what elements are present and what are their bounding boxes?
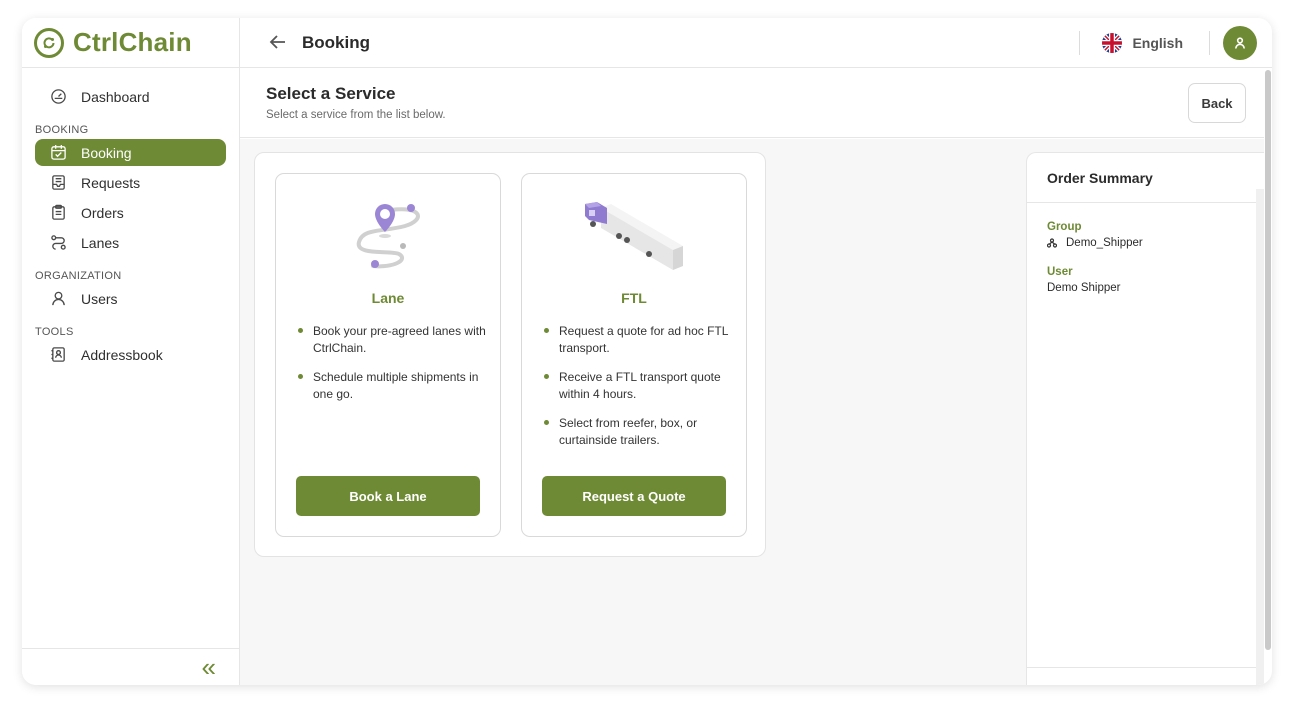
sidebar-item-label: Requests <box>81 174 141 191</box>
language-label: English <box>1132 34 1183 51</box>
sidebar-nav: Dashboard BOOKING Booking Requests Order… <box>22 68 239 368</box>
summary-footer-divider <box>1027 667 1264 668</box>
logo[interactable]: CtrlChain <box>22 18 239 68</box>
page-title: Booking <box>302 32 370 52</box>
list-item: Book your pre-agreed lanes with CtrlChai… <box>297 323 486 357</box>
main-area: Lane Book your pre-agreed lanes with Ctr… <box>240 139 1264 685</box>
sidebar-item-label: Dashboard <box>81 88 150 105</box>
section-booking-title: BOOKING <box>35 124 89 136</box>
route-icon <box>49 234 67 252</box>
brand-name: CtrlChain <box>73 27 192 57</box>
user-icon <box>1235 36 1245 49</box>
addressbook-icon <box>49 346 67 364</box>
service-panel: Lane Book your pre-agreed lanes with Ctr… <box>254 152 766 557</box>
content-header: Select a Service Select a service from t… <box>240 68 1264 138</box>
app-window: CtrlChain Dashboard BOOKING Booking Requ… <box>22 18 1272 685</box>
sidebar-item-orders[interactable]: Orders <box>35 199 226 226</box>
route-pin-illustration <box>276 198 500 278</box>
sidebar-item-dashboard[interactable]: Dashboard <box>35 83 226 110</box>
user-icon <box>49 290 67 308</box>
request-a-quote-button[interactable]: Request a Quote <box>542 476 726 516</box>
book-a-lane-button[interactable]: Book a Lane <box>296 476 480 516</box>
topbar: Booking English <box>240 18 1272 68</box>
service-title: Lane <box>371 290 405 306</box>
truck-illustration <box>522 198 746 278</box>
order-summary-title: Order Summary <box>1027 153 1264 203</box>
calendar-icon <box>49 144 67 162</box>
service-card-lane: Lane Book your pre-agreed lanes with Ctr… <box>275 173 501 537</box>
sidebar-item-users[interactable]: Users <box>35 285 226 312</box>
section-title: Select a Service <box>266 84 396 103</box>
dashboard-icon <box>49 88 67 106</box>
sidebar-item-label: Addressbook <box>81 346 163 363</box>
section-organization-title: ORGANIZATION <box>35 270 122 282</box>
section-subtitle: Select a service from the list below. <box>266 109 446 121</box>
list-item: Select from reefer, box, or curtainside … <box>543 415 732 449</box>
sidebar-item-requests[interactable]: Requests <box>35 169 226 196</box>
group-label: Group <box>1047 221 1082 233</box>
service-title: FTL <box>621 290 647 306</box>
service-card-ftl: FTL Request a quote for ad hoc FTL trans… <box>521 173 747 537</box>
clipboard-icon <box>49 204 67 222</box>
avatar[interactable] <box>1223 25 1257 60</box>
group-icon <box>1047 238 1057 248</box>
group-value: Demo_Shipper <box>1047 237 1264 249</box>
list-item: Receive a FTL transport quote within 4 h… <box>543 369 732 403</box>
divider <box>1209 30 1210 55</box>
scrollbar-track[interactable] <box>1256 189 1264 685</box>
section-tools-title: TOOLS <box>35 326 74 338</box>
sidebar: CtrlChain Dashboard BOOKING Booking Requ… <box>22 18 240 685</box>
language-selector[interactable]: English <box>1080 32 1209 53</box>
scrollbar-thumb[interactable] <box>1265 70 1271 650</box>
list-item: Schedule multiple shipments in one go. <box>297 369 486 403</box>
sidebar-item-label: Users <box>81 290 118 307</box>
sidebar-item-booking[interactable]: Booking <box>35 139 226 166</box>
back-arrow-icon[interactable] <box>268 32 290 54</box>
user-label: User <box>1047 266 1073 278</box>
order-summary-panel: Order Summary Group Demo_Shipper User De… <box>1026 152 1264 685</box>
service-features: Book your pre-agreed lanes with CtrlChai… <box>297 323 486 415</box>
uk-flag-icon <box>1102 32 1123 53</box>
user-value: Demo Shipper <box>1047 282 1121 294</box>
logo-icon <box>34 27 64 58</box>
back-button[interactable]: Back <box>1188 83 1246 123</box>
list-item: Request a quote for ad hoc FTL transport… <box>543 323 732 357</box>
sidebar-item-label: Booking <box>81 144 132 161</box>
service-features: Request a quote for ad hoc FTL transport… <box>543 323 732 461</box>
sidebar-item-label: Orders <box>81 204 124 221</box>
inbox-icon <box>49 174 67 192</box>
sidebar-collapse-bar: « <box>22 648 240 685</box>
topbar-right: English <box>1079 18 1272 67</box>
sidebar-item-lanes[interactable]: Lanes <box>35 229 226 256</box>
double-chevron-left-icon[interactable]: « <box>202 654 216 680</box>
sidebar-item-addressbook[interactable]: Addressbook <box>35 341 226 368</box>
group-name: Demo_Shipper <box>1066 237 1143 249</box>
sidebar-item-label: Lanes <box>81 234 120 251</box>
